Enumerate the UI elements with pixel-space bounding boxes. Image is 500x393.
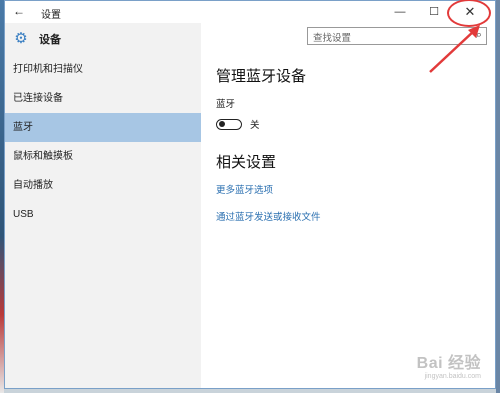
maximize-button[interactable]: ☐ (419, 1, 449, 23)
bluetooth-label: 蓝牙 (216, 99, 236, 110)
page-title: 管理蓝牙设备 (216, 68, 307, 85)
more-bluetooth-options-link[interactable]: 更多蓝牙选项 (216, 182, 485, 196)
sidebar-item-bluetooth[interactable]: 蓝牙 (5, 113, 201, 142)
toggle-knob (219, 120, 225, 127)
sidebar-item-autoplay[interactable]: 自动播放 (5, 171, 201, 200)
sidebar: ⚙ 设备 打印机和扫描仪 已连接设备 蓝牙 鼠标和触摸板 自动播放 USB (5, 23, 201, 388)
bluetooth-toggle[interactable] (216, 118, 242, 130)
sidebar-item-printers[interactable]: 打印机和扫描仪 (5, 55, 201, 84)
settings-window: ← 设置 — ☐ ✕ ⚙ 设备 打印机和扫描仪 已连接设备 蓝牙 鼠标和触摸板 … (4, 0, 496, 389)
sidebar-nav: 打印机和扫描仪 已连接设备 蓝牙 鼠标和触摸板 自动播放 USB (5, 55, 201, 229)
minimize-button[interactable]: — (385, 1, 415, 23)
search-input[interactable]: 查找设置 ⌕ (307, 27, 487, 45)
window-title: 设置 (41, 10, 61, 21)
send-receive-files-link[interactable]: 通过蓝牙发送或接收文件 (216, 209, 485, 223)
desktop-right-edge (496, 0, 500, 393)
main-content: 管理蓝牙设备 蓝牙 关 相关设置 更多蓝牙选项 通过蓝牙发送或接收文件 (216, 65, 485, 223)
sidebar-title: 设备 (39, 34, 61, 46)
watermark-url: jingyan.baidu.com (424, 373, 481, 380)
gear-icon: ⚙ (14, 30, 28, 47)
bluetooth-toggle-row: 关 (216, 117, 485, 131)
back-arrow-icon[interactable]: ← (13, 4, 25, 18)
search-icon[interactable]: ⌕ (476, 29, 482, 42)
search-placeholder: 查找设置 (313, 33, 352, 44)
watermark-logo: Bai 经验 (416, 355, 481, 372)
related-settings-heading: 相关设置 (216, 154, 277, 171)
close-button[interactable]: ✕ (453, 1, 487, 23)
watermark: Bai 经验 jingyan.baidu.com (417, 349, 481, 380)
sidebar-item-connected-devices[interactable]: 已连接设备 (5, 84, 201, 113)
sidebar-item-mouse-touchpad[interactable]: 鼠标和触摸板 (5, 142, 201, 171)
sidebar-header: ⚙ 设备 (13, 29, 61, 49)
toggle-state-label: 关 (250, 120, 260, 131)
title-bar: ← 设置 — ☐ ✕ (5, 0, 495, 27)
sidebar-item-usb[interactable]: USB (5, 200, 201, 229)
